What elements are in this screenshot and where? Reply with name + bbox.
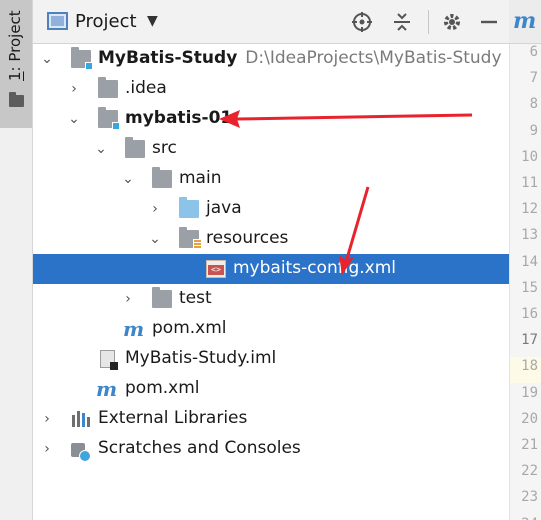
tree-label-main: main bbox=[179, 168, 222, 188]
tree-label-iml: MyBatis-Study.iml bbox=[125, 348, 277, 368]
module-folder-icon bbox=[71, 47, 93, 70]
folder-icon bbox=[152, 287, 172, 308]
chevron-right-icon[interactable]: › bbox=[120, 289, 136, 309]
line-number: 10 bbox=[521, 148, 538, 165]
chevron-right-icon[interactable]: › bbox=[39, 409, 55, 429]
tree-row-main[interactable]: ⌄ main bbox=[33, 164, 509, 194]
line-number: 21 bbox=[521, 437, 538, 453]
tree-row-root-pom[interactable]: m pom.xml bbox=[33, 374, 509, 404]
tree-row-idea[interactable]: › .idea bbox=[33, 74, 509, 104]
tree-label-module-pom: pom.xml bbox=[152, 318, 227, 338]
tree-label-scratches: Scratches and Consoles bbox=[98, 438, 301, 458]
folder-icon bbox=[125, 137, 145, 158]
tree-label-test: test bbox=[179, 288, 212, 308]
xml-file-icon bbox=[206, 260, 226, 278]
tree-label-root: MyBatis-Study D:\IdeaProjects\MyBatis-Stu… bbox=[98, 48, 502, 68]
chevron-down-icon[interactable]: ⌄ bbox=[39, 49, 55, 69]
line-number: 7 bbox=[529, 70, 538, 87]
maven-icon: m bbox=[123, 317, 145, 341]
tree-row-config-file[interactable]: mybaits-config.xml bbox=[33, 254, 509, 284]
line-number: 23 bbox=[521, 489, 538, 506]
tree-label-external-libraries: External Libraries bbox=[98, 408, 248, 428]
editor-gutter: 6 7 8 9 10 11 12 13 14 15 16 17 18 19 20 21 22 23 24 bbox=[509, 44, 541, 520]
project-tool-tab-label: 1: Project bbox=[6, 10, 24, 81]
toolbar-separator bbox=[428, 10, 429, 34]
project-view-icon bbox=[47, 12, 68, 30]
root-path: D:\IdeaProjects\MyBatis-Study bbox=[245, 48, 502, 68]
chevron-right-icon[interactable]: › bbox=[66, 79, 82, 99]
tree-row-module-pom[interactable]: m pom.xml bbox=[33, 314, 509, 344]
editor-tab[interactable]: m bbox=[509, 0, 541, 44]
line-number: 20 bbox=[521, 410, 538, 427]
line-number: 16 bbox=[521, 306, 538, 322]
chevron-right-icon[interactable]: › bbox=[39, 439, 55, 459]
line-number: 15 bbox=[521, 279, 538, 296]
maven-icon: m bbox=[513, 8, 537, 34]
line-number: 12 bbox=[521, 201, 538, 218]
view-selector-title[interactable]: Project bbox=[75, 11, 137, 32]
line-number: 22 bbox=[521, 463, 538, 480]
tree-row-java[interactable]: › java bbox=[33, 194, 509, 224]
line-number: 14 bbox=[521, 253, 538, 270]
maven-icon: m bbox=[96, 377, 118, 401]
project-panel-header: Project ▼ bbox=[33, 0, 509, 44]
tree-label-config-file: mybaits-config.xml bbox=[233, 258, 396, 278]
project-tree: ⌄ MyBatis-Study D:\IdeaProjects\MyBatis-S… bbox=[33, 44, 509, 520]
tree-row-external-libraries[interactable]: › External Libraries bbox=[33, 404, 509, 434]
scratches-icon bbox=[71, 443, 91, 462]
line-number: 18 bbox=[521, 358, 538, 375]
gear-icon[interactable] bbox=[438, 8, 466, 36]
line-number: 9 bbox=[529, 122, 538, 139]
chevron-down-icon[interactable]: ⌄ bbox=[147, 229, 163, 249]
line-number: 13 bbox=[521, 227, 538, 244]
tree-label-module: mybatis-01 bbox=[125, 108, 233, 128]
chevron-down-icon[interactable]: ⌄ bbox=[120, 169, 136, 189]
tree-label-src: src bbox=[152, 138, 177, 158]
iml-file-icon bbox=[100, 350, 118, 370]
chevron-down-icon[interactable]: ⌄ bbox=[93, 139, 109, 159]
resources-folder-icon bbox=[179, 227, 202, 249]
tree-row-src[interactable]: ⌄ src bbox=[33, 134, 509, 164]
module-folder-icon bbox=[98, 107, 120, 130]
target-icon[interactable] bbox=[348, 8, 376, 36]
chevron-down-icon[interactable]: ▼ bbox=[147, 13, 158, 29]
folder-icon bbox=[98, 77, 118, 98]
line-number: 24 bbox=[521, 516, 538, 520]
folder-icon bbox=[152, 167, 172, 188]
line-number: 6 bbox=[529, 44, 538, 60]
folder-icon bbox=[9, 92, 24, 107]
tree-row-iml[interactable]: MyBatis-Study.iml bbox=[33, 344, 509, 374]
collapse-all-icon[interactable] bbox=[388, 8, 416, 36]
tree-label-resources: resources bbox=[206, 228, 289, 248]
source-folder-icon bbox=[179, 197, 199, 218]
minimize-icon[interactable] bbox=[475, 8, 503, 36]
chevron-right-icon[interactable]: › bbox=[147, 199, 163, 219]
library-icon bbox=[71, 410, 91, 428]
tree-label-java: java bbox=[206, 198, 242, 218]
tree-label-root-pom: pom.xml bbox=[125, 378, 200, 398]
tool-window-strip: 1: Project bbox=[0, 0, 33, 520]
line-number: 17 bbox=[521, 332, 538, 349]
tree-row-root[interactable]: ⌄ MyBatis-Study D:\IdeaProjects\MyBatis-S… bbox=[33, 44, 509, 74]
tree-row-test[interactable]: › test bbox=[33, 284, 509, 314]
line-number: 19 bbox=[521, 384, 538, 401]
tree-row-module[interactable]: ⌄ mybatis-01 bbox=[33, 104, 509, 134]
tree-row-resources[interactable]: ⌄ resources bbox=[33, 224, 509, 254]
chevron-down-icon[interactable]: ⌄ bbox=[66, 109, 82, 129]
project-tool-tab[interactable]: 1: Project bbox=[0, 0, 32, 128]
line-number: 8 bbox=[529, 96, 538, 113]
tree-row-scratches[interactable]: › Scratches and Consoles bbox=[33, 434, 509, 464]
tree-label-idea: .idea bbox=[125, 78, 167, 98]
line-number: 11 bbox=[521, 175, 538, 191]
